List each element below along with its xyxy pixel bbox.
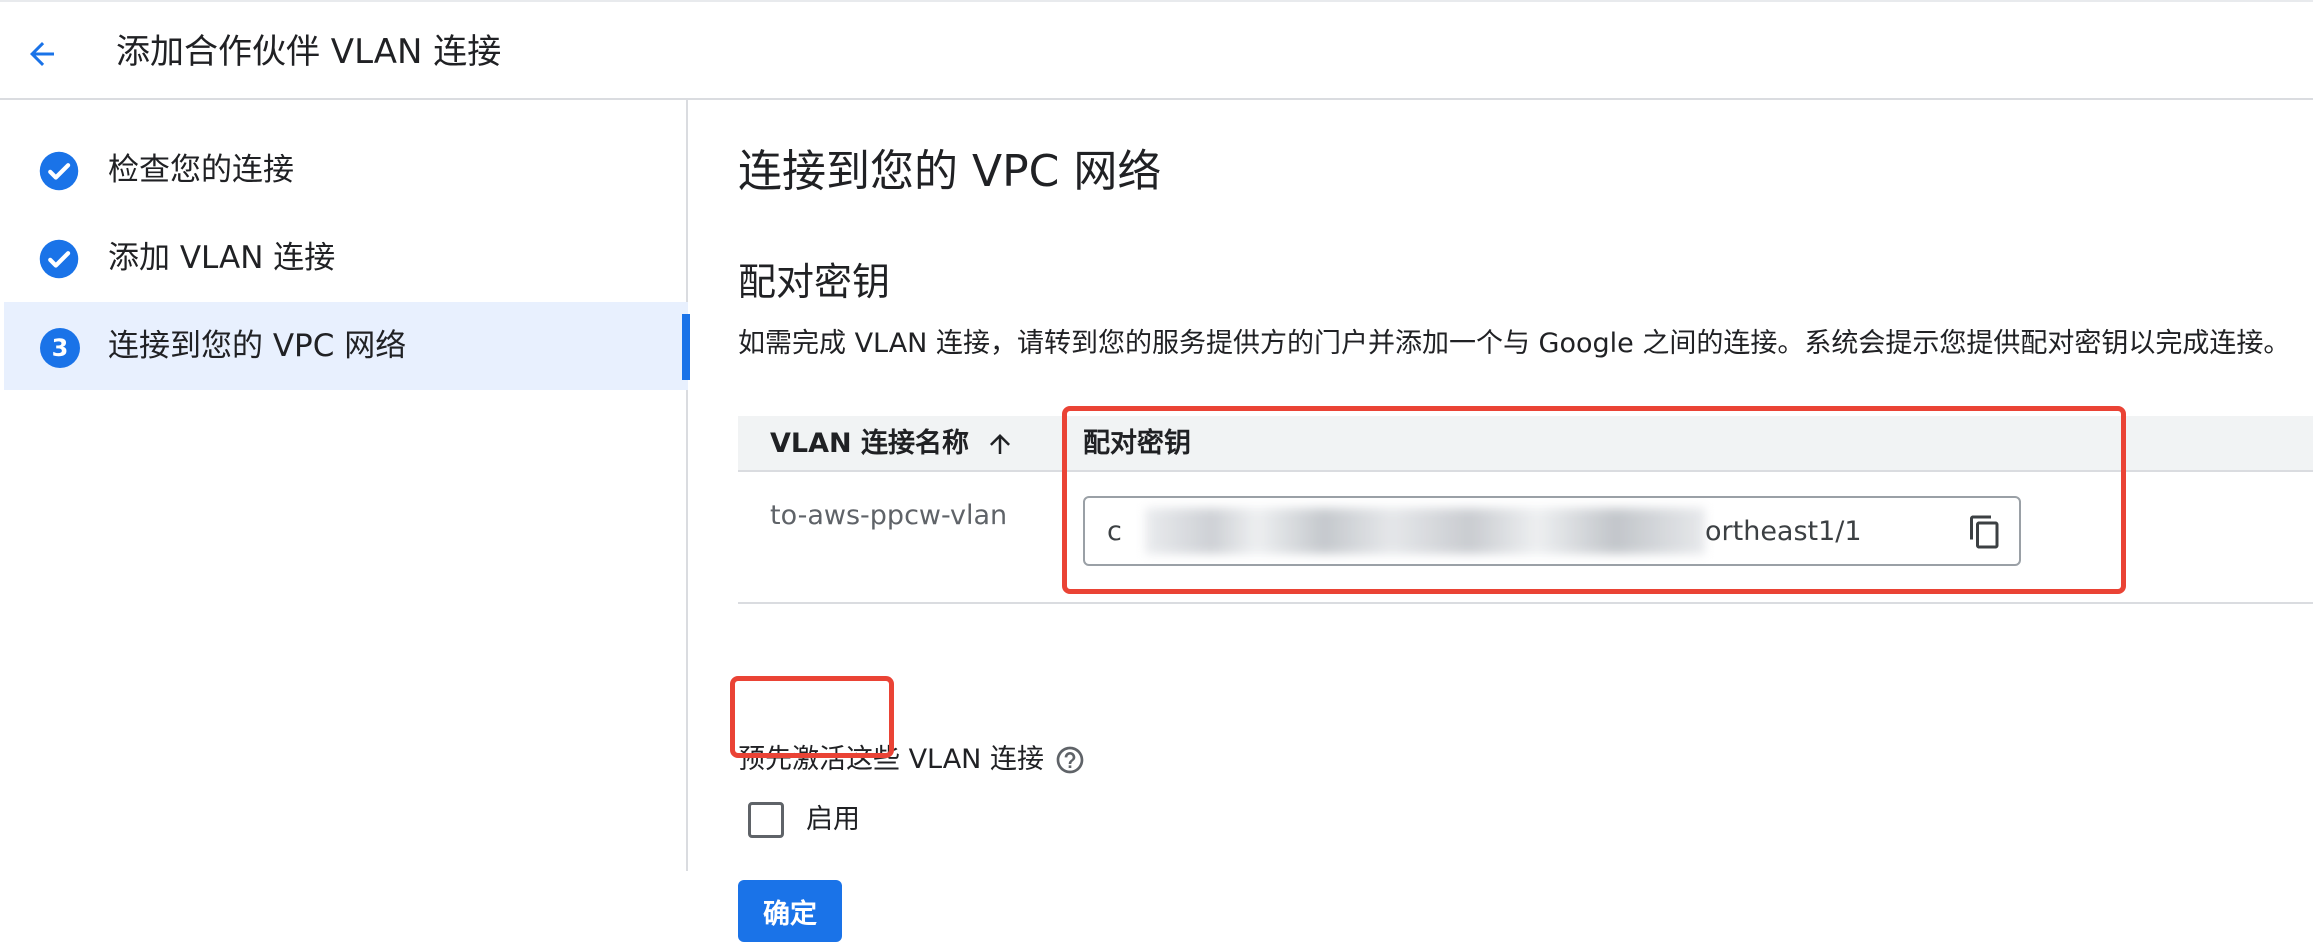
page-title: 添加合作伙伴 VLAN 连接 xyxy=(116,32,502,72)
description-text: 如需完成 VLAN 连接，请转到您的服务提供方的门户并添加一个与 Google … xyxy=(738,328,2291,359)
pairing-key-heading: 配对密钥 xyxy=(738,260,891,304)
section-title: 连接到您的 VPC 网络 xyxy=(738,146,1162,197)
main-content: 连接到您的 VPC 网络 配对密钥 如需完成 VLAN 连接，请转到您的服务提供… xyxy=(690,100,2313,942)
vlan-attachment-name: to-aws-ppcw-vlan xyxy=(770,500,1008,531)
check-circle-icon xyxy=(39,151,79,191)
step-connect-vpc[interactable]: 3 连接到您的 VPC 网络 xyxy=(4,302,690,390)
table-header: VLAN 连接名称 配对密钥 xyxy=(738,416,2313,472)
page-header: 添加合作伙伴 VLAN 连接 xyxy=(0,0,2313,100)
confirm-button[interactable]: 确定 xyxy=(738,880,842,942)
help-circle-icon[interactable] xyxy=(1054,744,1086,776)
arrow-up-icon[interactable] xyxy=(985,429,1015,459)
step-add-vlan[interactable]: 添加 VLAN 连接 xyxy=(4,214,688,302)
column-header-pairing-key: 配对密钥 xyxy=(1083,428,1191,459)
enable-checkbox[interactable] xyxy=(748,802,784,838)
step-check-connection[interactable]: 检查您的连接 xyxy=(4,126,688,214)
pairing-key-redacted xyxy=(1145,508,1705,554)
stepper-sidebar: 检查您的连接 添加 VLAN 连接 3 连接到您的 VPC 网络 xyxy=(0,100,690,871)
step-label: 连接到您的 VPC 网络 xyxy=(108,328,407,364)
step-label: 添加 VLAN 连接 xyxy=(108,240,336,276)
copy-icon[interactable] xyxy=(1967,514,2003,550)
column-header-label: VLAN 连接名称 xyxy=(770,428,969,459)
column-header-name[interactable]: VLAN 连接名称 xyxy=(770,424,1015,464)
check-circle-icon xyxy=(39,239,79,279)
step-number-badge: 3 xyxy=(40,328,80,368)
preactivate-label-row: 预先激活这些 VLAN 连接 xyxy=(738,740,1086,780)
pairing-key-suffix: ortheast1/1 xyxy=(1705,516,1862,547)
table-row: to-aws-ppcw-vlan c ortheast1/1 xyxy=(738,474,2313,604)
preactivate-label: 预先激活这些 VLAN 连接 xyxy=(738,744,1044,775)
back-button[interactable] xyxy=(18,30,66,78)
arrow-back-icon xyxy=(30,42,54,66)
enable-checkbox-row[interactable]: 启用 xyxy=(748,800,860,840)
pairing-key-field[interactable]: c ortheast1/1 xyxy=(1083,496,2021,566)
pairing-key-prefix: c xyxy=(1107,516,1122,547)
step-label: 检查您的连接 xyxy=(108,152,294,188)
enable-checkbox-label[interactable]: 启用 xyxy=(806,800,860,840)
